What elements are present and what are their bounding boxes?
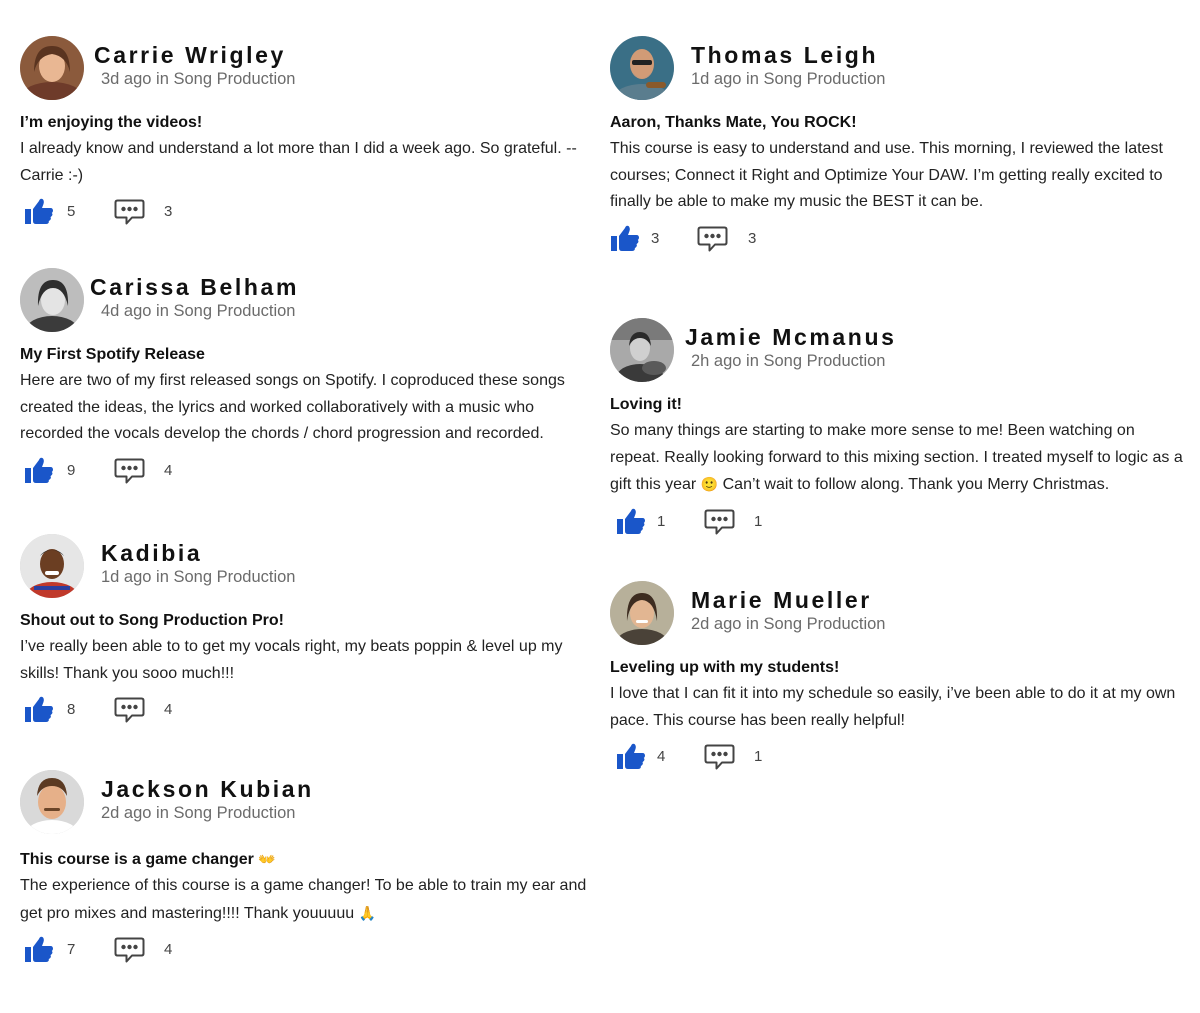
like-count: 5 (67, 203, 76, 221)
post-header: Marie Mueller 2d ago in Song Production (610, 581, 1200, 647)
post-actions: 7 4 (20, 933, 610, 967)
post-actions: 1 1 (610, 505, 1200, 539)
post-meta: 2h ago in Song Production (691, 352, 886, 370)
comment-count: 1 (754, 748, 763, 766)
comment-count: 4 (164, 462, 173, 480)
avatar[interactable] (20, 534, 84, 598)
post-card: Kadibia 1d ago in Song Production Shout … (20, 534, 610, 727)
post-body: The experience of this course is a game … (20, 873, 600, 927)
post-meta: 1d ago in Song Production (101, 568, 296, 586)
author-name[interactable]: Jackson Kubian (101, 776, 314, 803)
post-body: So many things are starting to make more… (610, 418, 1185, 499)
comment-bubble-icon[interactable] (114, 697, 145, 724)
smile-emoji: 🙂 (700, 476, 719, 493)
post-title[interactable]: I’m enjoying the videos! (20, 112, 610, 134)
thumbs-up-icon[interactable] (616, 742, 646, 770)
post-actions: 3 3 (610, 222, 1200, 256)
comment-bubble-icon[interactable] (704, 744, 735, 771)
avatar[interactable] (20, 268, 84, 332)
thumbs-up-icon[interactable] (24, 695, 54, 723)
comment-bubble-icon[interactable] (704, 509, 735, 536)
avatar[interactable] (610, 581, 674, 645)
post-title[interactable]: This course is a game changer 👐 (20, 848, 610, 871)
open-hands-emoji: 👐 (258, 851, 276, 867)
post-actions: 5 3 (20, 195, 610, 229)
post-card: Jamie Mcmanus 2h ago in Song Production … (610, 318, 1200, 539)
avatar[interactable] (20, 36, 84, 100)
post-card: Marie Mueller 2d ago in Song Production … (610, 581, 1200, 774)
author-name[interactable]: Carrie Wrigley (94, 42, 286, 69)
like-count: 7 (67, 941, 76, 959)
post-title[interactable]: Loving it! (610, 394, 1200, 416)
post-meta: 1d ago in Song Production (691, 70, 886, 88)
post-header: Jamie Mcmanus 2h ago in Song Production (610, 318, 1200, 384)
thumbs-up-icon[interactable] (24, 935, 54, 963)
post-body: I love that I can fit it into my schedul… (610, 685, 1176, 729)
post-header: Jackson Kubian 2d ago in Song Production (20, 770, 610, 836)
post-actions: 8 4 (20, 693, 610, 727)
post-meta: 2d ago in Song Production (101, 804, 296, 822)
like-count: 3 (651, 230, 660, 248)
thumbs-up-icon[interactable] (616, 507, 646, 535)
thumbs-up-icon[interactable] (610, 224, 640, 252)
comment-bubble-icon[interactable] (114, 199, 145, 226)
post-body: This course is easy to understand and us… (610, 140, 1163, 211)
comment-count: 3 (164, 203, 173, 221)
author-name[interactable]: Carissa Belham (90, 274, 299, 301)
thumbs-up-icon[interactable] (24, 456, 54, 484)
post-actions: 9 4 (20, 454, 610, 488)
post-actions: 4 1 (610, 740, 1200, 774)
post-title[interactable]: Leveling up with my students! (610, 657, 1200, 679)
avatar[interactable] (610, 318, 674, 382)
post-header: Kadibia 1d ago in Song Production (20, 534, 610, 600)
post-body: Here are two of my first released songs … (20, 372, 565, 443)
author-name[interactable]: Jamie Mcmanus (685, 324, 897, 351)
post-header: Carissa Belham 4d ago in Song Production (20, 268, 610, 334)
post-header: Carrie Wrigley 3d ago in Song Production (20, 36, 610, 102)
post-body: I’ve really been able to to get my vocal… (20, 638, 563, 682)
post-title[interactable]: Aaron, Thanks Mate, You ROCK! (610, 112, 1200, 134)
post-card: Thomas Leigh 1d ago in Song Production A… (610, 36, 1200, 256)
avatar[interactable] (610, 36, 674, 100)
like-count: 8 (67, 701, 76, 719)
post-header: Thomas Leigh 1d ago in Song Production (610, 36, 1200, 102)
post-meta: 2d ago in Song Production (691, 615, 886, 633)
post-card: Carissa Belham 4d ago in Song Production… (20, 268, 610, 488)
post-meta: 4d ago in Song Production (101, 302, 296, 320)
comment-count: 1 (754, 513, 763, 531)
post-meta: 3d ago in Song Production (101, 70, 296, 88)
author-name[interactable]: Thomas Leigh (691, 42, 878, 69)
post-title[interactable]: My First Spotify Release (20, 344, 610, 366)
folded-hands-emoji: 🙏 (358, 904, 377, 921)
post-body: I already know and understand a lot more… (20, 140, 577, 184)
post-card: Jackson Kubian 2d ago in Song Production… (20, 770, 610, 967)
like-count: 4 (657, 748, 666, 766)
comment-bubble-icon[interactable] (114, 458, 145, 485)
like-count: 9 (67, 462, 76, 480)
comment-count: 3 (748, 230, 757, 248)
post-card: Carrie Wrigley 3d ago in Song Production… (20, 36, 610, 229)
avatar[interactable] (20, 770, 84, 834)
post-title[interactable]: Shout out to Song Production Pro! (20, 610, 610, 632)
comment-bubble-icon[interactable] (114, 937, 145, 964)
author-name[interactable]: Kadibia (101, 540, 202, 567)
author-name[interactable]: Marie Mueller (691, 587, 872, 614)
thumbs-up-icon[interactable] (24, 197, 54, 225)
comment-count: 4 (164, 941, 173, 959)
comment-count: 4 (164, 701, 173, 719)
like-count: 1 (657, 513, 666, 531)
comment-bubble-icon[interactable] (697, 226, 728, 253)
